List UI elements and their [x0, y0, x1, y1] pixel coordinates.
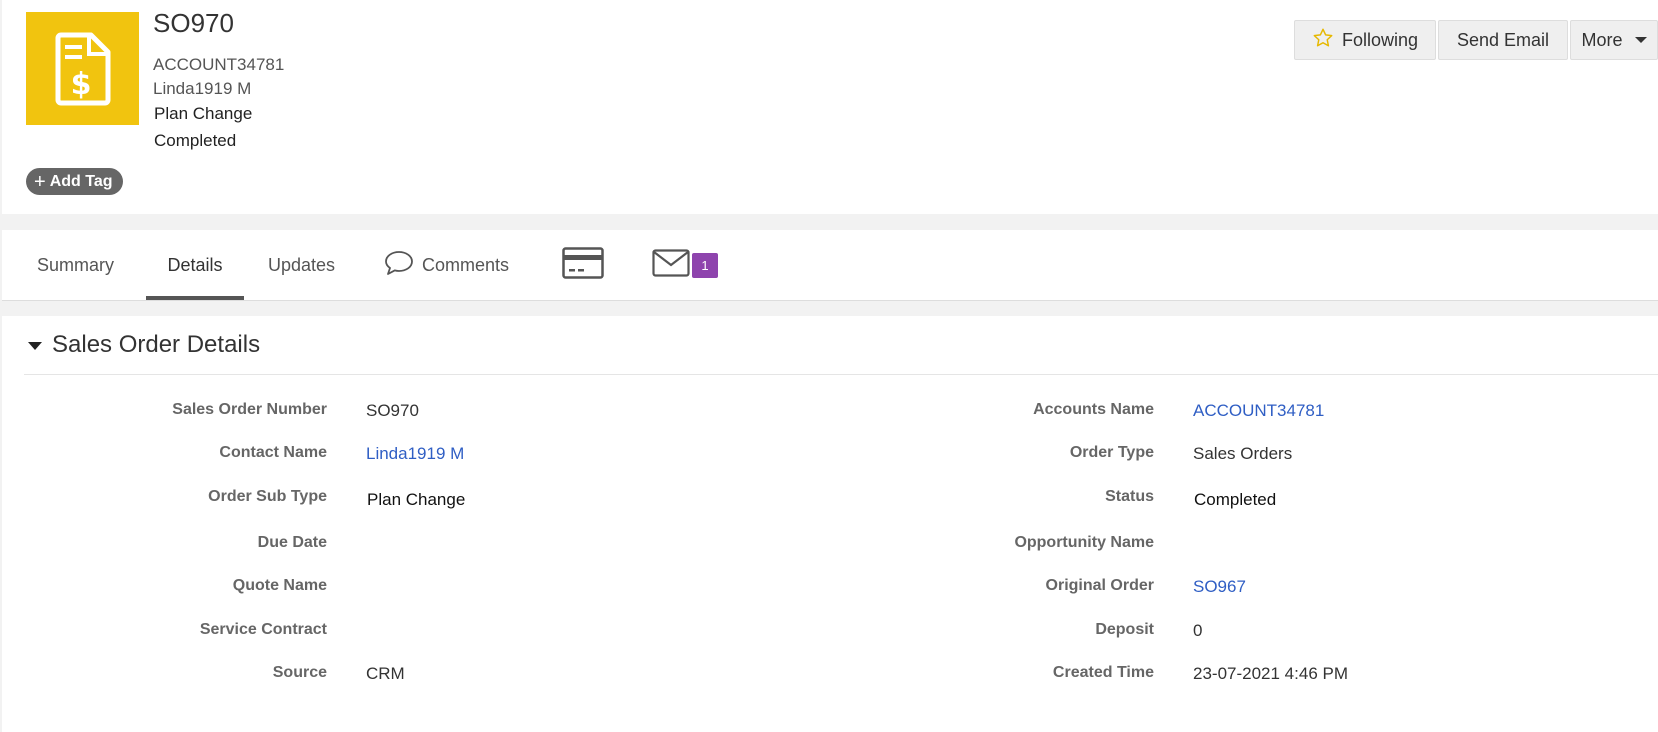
plus-icon: + — [34, 170, 46, 193]
comment-bubble-icon — [384, 249, 414, 282]
tab-summary-label: Summary — [37, 254, 115, 275]
record-header: $ SO970 ACCOUNT34781 Linda1919 M Plan Ch… — [2, 0, 1658, 214]
header-status: Completed — [154, 131, 237, 150]
value-deposit: 0 — [1193, 621, 1203, 640]
tab-updates[interactable]: Updates — [268, 230, 335, 300]
label-accounts-name: Accounts Name — [1033, 401, 1154, 418]
tab-emails[interactable]: 1 — [652, 230, 718, 300]
send-email-button[interactable]: Send Email — [1438, 20, 1568, 60]
tab-payment-card[interactable] — [562, 230, 604, 300]
value-order-sub-type: Plan Change — [367, 490, 466, 509]
label-quote-name: Quote Name — [232, 577, 327, 594]
following-label: Following — [1341, 29, 1419, 50]
value-sales-order-number: SO970 — [366, 401, 419, 420]
value-order-type: Sales Orders — [1193, 444, 1293, 463]
section-header[interactable]: Sales Order Details — [24, 316, 1658, 375]
credit-card-icon — [562, 246, 604, 284]
label-order-sub-type: Order Sub Type — [208, 488, 327, 505]
value-status: Completed — [1194, 490, 1277, 509]
value-contact-name-link[interactable]: Linda1919 M — [366, 444, 464, 464]
label-sales-order-number: Sales Order Number — [172, 401, 327, 418]
label-original-order: Original Order — [1045, 577, 1154, 594]
value-created-time: 23-07-2021 4:46 PM — [1193, 664, 1348, 683]
details-panel: Sales Order Details Sales Order Number S… — [2, 316, 1658, 732]
collapse-caret-icon[interactable] — [28, 342, 42, 350]
label-opportunity-name: Opportunity Name — [1014, 534, 1154, 551]
label-status: Status — [1105, 488, 1154, 505]
envelope-icon — [652, 248, 690, 282]
following-button[interactable]: Following — [1294, 20, 1436, 60]
more-button[interactable]: More — [1570, 20, 1658, 60]
header-account: ACCOUNT34781 — [153, 55, 285, 74]
label-created-time: Created Time — [1052, 664, 1154, 681]
label-service-contract: Service Contract — [199, 621, 327, 638]
label-due-date: Due Date — [257, 534, 327, 551]
tab-details-label: Details — [167, 254, 223, 275]
label-order-type: Order Type — [1069, 444, 1154, 461]
caret-down-icon — [1634, 37, 1647, 43]
invoice-dollar-icon: $ — [26, 12, 139, 125]
label-contact-name: Contact Name — [219, 444, 327, 461]
value-original-order-link[interactable]: SO967 — [1193, 577, 1246, 597]
record-title: SO970 — [153, 8, 234, 38]
record-tabs: Summary Details Updates Comments 1 — [2, 230, 1658, 301]
more-label: More — [1581, 29, 1623, 50]
value-source: CRM — [366, 664, 405, 683]
tab-updates-label: Updates — [268, 254, 336, 275]
add-tag-button[interactable]: + Add Tag — [26, 168, 123, 195]
section-title: Sales Order Details — [52, 331, 261, 358]
value-accounts-name-link[interactable]: ACCOUNT34781 — [1193, 401, 1324, 421]
header-contact: Linda1919 M — [153, 79, 252, 98]
add-tag-label: Add Tag — [49, 172, 113, 190]
tab-details[interactable]: Details — [146, 230, 244, 300]
star-icon — [1312, 27, 1334, 54]
tab-comments-label: Comments — [422, 254, 510, 275]
tab-comments[interactable]: Comments — [384, 230, 509, 300]
tab-summary[interactable]: Summary — [37, 230, 114, 300]
email-count-badge: 1 — [692, 252, 718, 278]
svg-text:$: $ — [70, 67, 91, 102]
header-actions: Following Send Email More — [1294, 20, 1658, 60]
label-source: Source — [272, 664, 327, 681]
label-deposit: Deposit — [1095, 621, 1154, 638]
header-order-sub-type: Plan Change — [154, 104, 253, 123]
send-email-label: Send Email — [1456, 29, 1550, 50]
